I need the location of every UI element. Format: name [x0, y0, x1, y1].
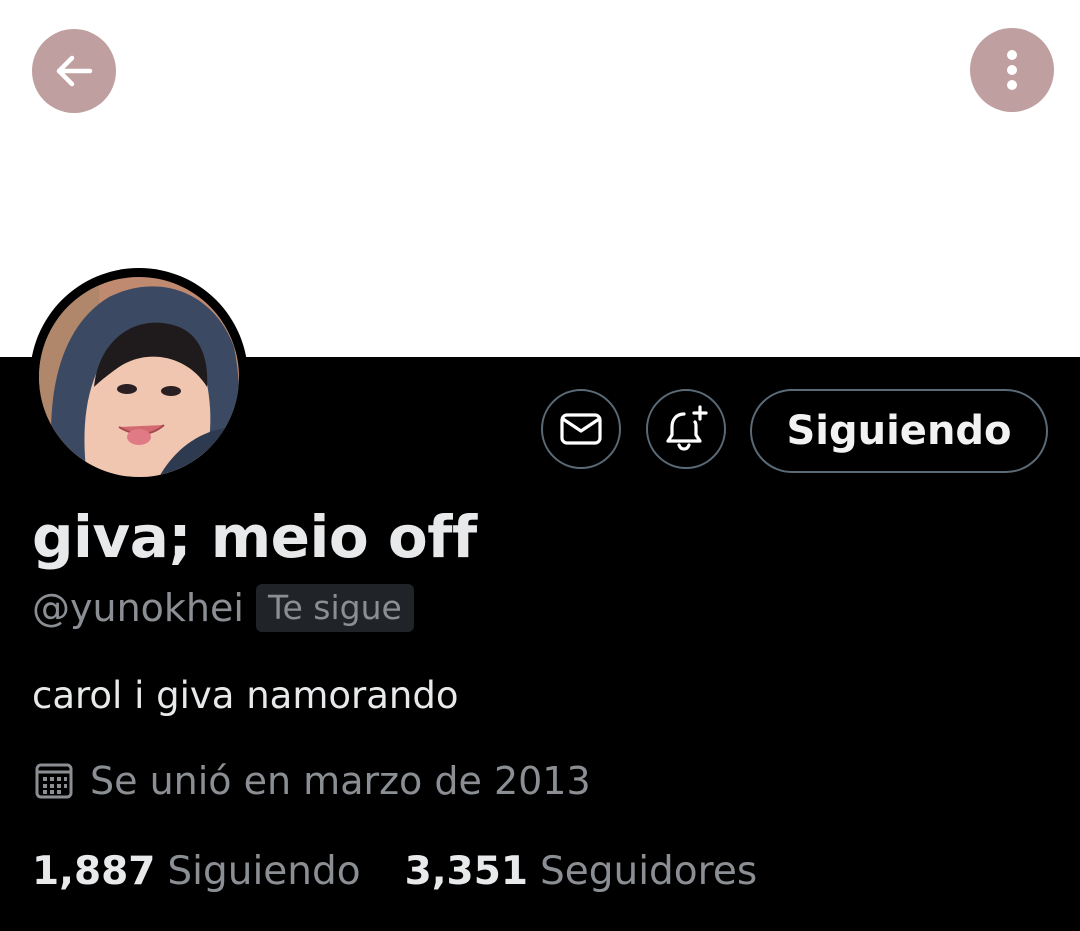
avatar-image: [39, 277, 239, 477]
followers-label: Seguidores: [539, 849, 758, 894]
follows-you-badge: Te sigue: [255, 584, 414, 632]
joined-date: Se unió en marzo de 2013: [90, 759, 591, 803]
follow-stats: 1,887 Siguiendo 3,351 Seguidores: [32, 844, 757, 900]
avatar[interactable]: [30, 268, 248, 486]
following-count: 1,887: [32, 849, 156, 894]
bell-plus-icon: [666, 405, 708, 451]
following-label: Siguiendo: [167, 849, 361, 894]
more-vertical-icon: [1007, 50, 1017, 90]
joined-date-row: Se unió en marzo de 2013: [34, 754, 591, 808]
back-button[interactable]: [32, 29, 116, 113]
arrow-left-icon: [56, 55, 93, 87]
handle-row: @yunokhei Te sigue: [32, 582, 414, 634]
followers-stat-link[interactable]: 3,351 Seguidores: [405, 844, 758, 900]
followers-count: 3,351: [404, 849, 528, 894]
following-button[interactable]: Siguiendo: [750, 389, 1048, 473]
display-name: giva; meio off: [32, 503, 477, 571]
more-options-button[interactable]: [970, 28, 1054, 112]
profile-bio: carol i giva namorando: [32, 674, 459, 717]
notifications-button[interactable]: [646, 389, 726, 469]
username-handle: @yunokhei: [32, 586, 244, 630]
message-button[interactable]: [541, 389, 621, 469]
envelope-icon: [560, 413, 602, 445]
calendar-icon: [35, 763, 73, 799]
following-stat-link[interactable]: 1,887 Siguiendo: [32, 844, 361, 900]
